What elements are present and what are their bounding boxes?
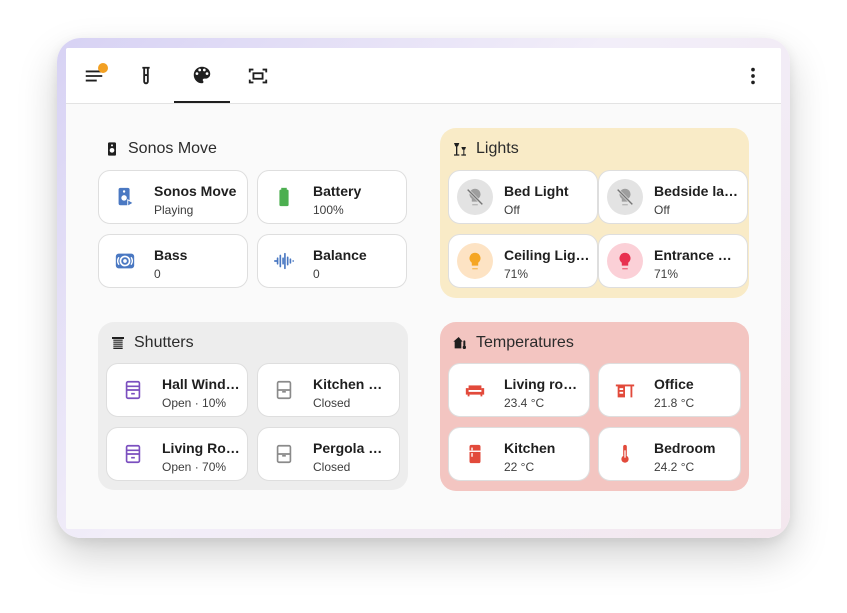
card-state: 100%: [313, 203, 344, 217]
card-balance[interactable]: Balance 0: [257, 234, 407, 288]
card-name: Living Roo…: [162, 440, 240, 456]
card-name: Hall Wind…: [162, 376, 240, 392]
card-name: Battery: [313, 183, 362, 199]
card-state: 71%: [504, 267, 529, 281]
card-name: Bass: [154, 247, 188, 263]
card-state: 22 °C: [504, 460, 535, 474]
card-name: Bed Light: [504, 183, 569, 199]
lights-section-header: Lights: [452, 138, 519, 160]
blinds-icon: [112, 337, 124, 349]
lightbulb-on-icon: [607, 243, 643, 279]
fridge-icon: [457, 436, 493, 472]
card-bass[interactable]: Bass 0: [98, 234, 248, 288]
card-state: Open · 10%: [162, 396, 227, 410]
card-state: 0: [154, 267, 161, 281]
home-thermometer-icon: [453, 337, 466, 349]
card-name: Office: [654, 376, 694, 392]
card-name: Bedside la…: [654, 183, 739, 199]
card-bedside-lamp[interactable]: Bedside la… Off: [598, 170, 748, 224]
shutters-section: Shutters Hall Wind… Open · 10% Kitchen W…: [98, 322, 408, 490]
battery-icon: [266, 179, 302, 215]
notification-badge: [98, 63, 108, 73]
window-shutter-closed-icon: [266, 372, 302, 408]
card-living-room-window[interactable]: Living Roo… Open · 70%: [106, 427, 248, 481]
card-state: 71%: [654, 267, 679, 281]
card-name: Entrance …: [654, 247, 732, 263]
overflow-menu-button[interactable]: [725, 48, 781, 103]
lightbulb-on-icon: [457, 243, 493, 279]
card-sonos-move[interactable]: Sonos Move Playing: [98, 170, 248, 224]
card-name: Sonos Move: [154, 183, 237, 199]
card-state: Closed: [313, 396, 351, 410]
card-name: Bedroom: [654, 440, 716, 456]
tab-fit-screen[interactable]: [230, 48, 286, 103]
card-pergola-roof[interactable]: Pergola R… Closed: [257, 427, 400, 481]
temperatures-section-title: Temperatures: [476, 334, 574, 351]
card-state: 23.4 °C: [504, 396, 545, 410]
card-state: Open · 70%: [162, 460, 227, 474]
card-bed-light[interactable]: Bed Light Off: [448, 170, 598, 224]
card-hall-window[interactable]: Hall Wind… Open · 10%: [106, 363, 248, 417]
window-shutter-open-icon: [115, 372, 151, 408]
card-battery[interactable]: Battery 100%: [257, 170, 407, 224]
fit-screen-icon: [248, 68, 268, 83]
lamps-icon: [454, 143, 466, 156]
temperatures-section-header: Temperatures: [452, 332, 574, 354]
tab-developer-tools[interactable]: [118, 48, 174, 103]
card-state: 24.2 °C: [654, 460, 695, 474]
toolbar: [66, 48, 781, 104]
card-bedroom-temp[interactable]: Bedroom 24.2 °C: [598, 427, 741, 481]
thermometer-icon: [607, 436, 643, 472]
surround-sound-icon: [107, 243, 143, 279]
card-state: 21.8 °C: [654, 396, 695, 410]
card-state: 0: [313, 267, 320, 281]
menu-button[interactable]: [66, 48, 122, 103]
palette-icon: [193, 66, 211, 83]
speaker-play-icon: [107, 179, 143, 215]
tab-theme[interactable]: [174, 48, 230, 103]
card-name: Kitchen: [504, 440, 556, 456]
card-name: Pergola R…: [313, 440, 391, 456]
lights-section-title: Lights: [476, 140, 519, 157]
card-name: Living room: [504, 376, 584, 392]
card-name: Ceiling Lig…: [504, 247, 590, 263]
desk-icon: [607, 372, 643, 408]
lightbulb-off-icon: [457, 179, 493, 215]
card-name: Balance: [313, 247, 367, 263]
lights-section: Lights Bed Light Off Bedside la… Off Cei…: [440, 128, 749, 298]
card-state: Off: [504, 203, 520, 217]
sonos-section: Sonos Move Sonos Move Playing Battery 10…: [98, 128, 408, 300]
shutters-section-title: Shutters: [134, 334, 194, 351]
card-ceiling-lights[interactable]: Ceiling Lig… 71%: [448, 234, 598, 288]
window-shutter-closed-icon: [266, 436, 302, 472]
more-vertical-icon: [751, 67, 755, 84]
sofa-icon: [457, 372, 493, 408]
card-state: Off: [654, 203, 670, 217]
waveform-icon: [266, 243, 302, 279]
shutters-section-header: Shutters: [110, 332, 194, 354]
card-entrance-light[interactable]: Entrance … 71%: [598, 234, 748, 288]
sonos-section-title: Sonos Move: [128, 140, 217, 157]
card-office-temp[interactable]: Office 21.8 °C: [598, 363, 741, 417]
card-kitchen-temp[interactable]: Kitchen 22 °C: [448, 427, 590, 481]
window-shutter-open-icon: [115, 436, 151, 472]
speaker-icon: [108, 142, 116, 156]
card-state: Closed: [313, 460, 351, 474]
dashboard-screen: Sonos Move Sonos Move Playing Battery 10…: [66, 48, 781, 529]
card-name: Kitchen W…: [313, 376, 391, 392]
lightbulb-off-icon: [607, 179, 643, 215]
card-living-room-temp[interactable]: Living room 23.4 °C: [448, 363, 590, 417]
sonos-section-header: Sonos Move: [104, 138, 217, 160]
card-state: Playing: [154, 203, 194, 217]
test-tube-icon: [142, 66, 150, 84]
temperatures-section: Temperatures Living room 23.4 °C Office …: [440, 322, 749, 491]
card-kitchen-window[interactable]: Kitchen W… Closed: [257, 363, 400, 417]
